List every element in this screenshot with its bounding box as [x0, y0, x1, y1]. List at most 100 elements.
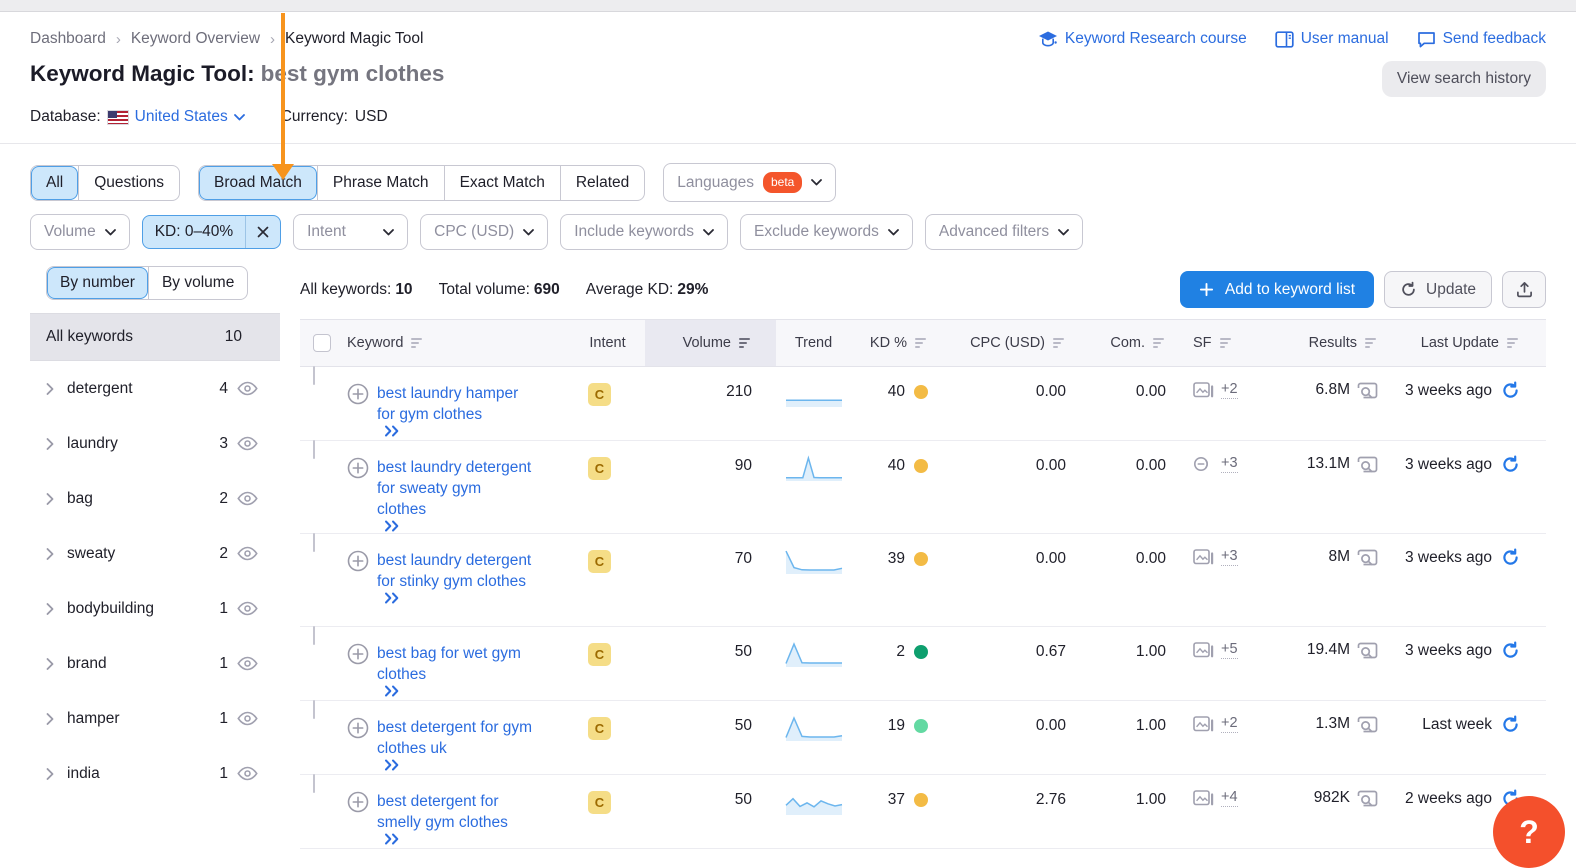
serp-preview-icon[interactable]	[1357, 382, 1378, 399]
sidebar-group-sweaty[interactable]: sweaty 2	[30, 526, 280, 581]
keyword-research-course-link[interactable]: Keyword Research course	[1038, 30, 1247, 48]
user-manual-link[interactable]: User manual	[1275, 30, 1389, 48]
keyword-link[interactable]: best laundry hamper for gym clothes	[377, 383, 534, 437]
add-to-keyword-list-button[interactable]: Add to keyword list	[1179, 271, 1375, 308]
cpc-filter-dropdown[interactable]: CPC (USD)	[420, 214, 549, 250]
row-checkbox[interactable]	[313, 700, 315, 719]
sidebar-group-bodybuilding[interactable]: bodybuilding 1	[30, 581, 280, 636]
column-header-intent[interactable]: Intent	[570, 320, 645, 366]
keyword-link[interactable]: best laundry detergent for sweaty gym cl…	[377, 457, 534, 532]
eye-icon[interactable]	[237, 711, 258, 726]
kd-filter-active[interactable]: KD: 0–40%	[141, 215, 282, 249]
plus-circle-icon[interactable]	[347, 383, 369, 437]
serp-preview-icon[interactable]	[1357, 456, 1378, 473]
column-header-last-update[interactable]: Last Update	[1398, 320, 1546, 366]
row-checkbox[interactable]	[313, 533, 315, 552]
sf-more-link[interactable]: +3	[1221, 548, 1238, 566]
sidebar-group-laundry[interactable]: laundry 3	[30, 416, 280, 471]
column-header-sf[interactable]: SF	[1185, 320, 1275, 366]
header-links: Keyword Research course User manual Send f…	[1038, 30, 1546, 48]
keyword-link[interactable]: best detergent for gym clothes uk	[377, 717, 534, 771]
view-search-history-button[interactable]: View search history	[1381, 61, 1546, 97]
plus-circle-icon[interactable]	[347, 550, 369, 604]
eye-icon[interactable]	[237, 656, 258, 671]
column-header-cpc[interactable]: CPC (USD)	[950, 320, 1085, 366]
column-header-trend[interactable]: Trend	[776, 320, 851, 366]
help-button[interactable]: ?	[1493, 796, 1565, 868]
plus-circle-icon[interactable]	[347, 643, 369, 697]
plus-circle-icon[interactable]	[347, 717, 369, 771]
send-feedback-link[interactable]: Send feedback	[1417, 30, 1546, 48]
double-chevron-icon[interactable]	[384, 833, 534, 845]
double-chevron-icon[interactable]	[384, 592, 534, 604]
breadcrumb-item[interactable]: Dashboard	[30, 30, 106, 48]
row-checkbox[interactable]	[313, 366, 315, 385]
sidebar-group-brand[interactable]: brand 1	[30, 636, 280, 691]
database-value[interactable]: United States	[135, 108, 228, 126]
select-all-checkbox[interactable]	[313, 334, 331, 352]
sf-more-link[interactable]: +2	[1221, 381, 1238, 399]
sf-more-link[interactable]: +5	[1221, 641, 1238, 659]
double-chevron-icon[interactable]	[384, 425, 534, 437]
eye-icon[interactable]	[237, 381, 258, 396]
exclude-keywords-dropdown[interactable]: Exclude keywords	[739, 214, 913, 250]
sidebar-all-keywords-row[interactable]: All keywords 10	[30, 313, 280, 361]
export-button[interactable]	[1502, 271, 1546, 308]
row-checkbox[interactable]	[313, 440, 315, 459]
refresh-icon[interactable]	[1501, 455, 1520, 474]
plus-circle-icon[interactable]	[347, 457, 369, 532]
toggle-by-volume[interactable]: By volume	[147, 267, 247, 299]
eye-icon[interactable]	[237, 601, 258, 616]
tab-all[interactable]: All	[31, 165, 79, 200]
serp-preview-icon[interactable]	[1357, 716, 1378, 733]
tab-related[interactable]: Related	[559, 165, 644, 200]
refresh-icon[interactable]	[1501, 641, 1520, 660]
refresh-icon[interactable]	[1501, 715, 1520, 734]
keyword-link[interactable]: best detergent for smelly gym clothes	[377, 791, 534, 845]
volume-filter-dropdown[interactable]: Volume	[30, 214, 130, 250]
eye-icon[interactable]	[237, 766, 258, 781]
sidebar-group-detergent[interactable]: detergent 4	[30, 361, 280, 416]
refresh-icon[interactable]	[1501, 381, 1520, 400]
eye-icon[interactable]	[237, 491, 258, 506]
double-chevron-icon[interactable]	[384, 685, 534, 697]
kd-filter-clear-button[interactable]	[245, 216, 280, 248]
include-keywords-dropdown[interactable]: Include keywords	[560, 214, 728, 250]
serp-preview-icon[interactable]	[1357, 642, 1378, 659]
tab-questions[interactable]: Questions	[78, 165, 179, 200]
eye-icon[interactable]	[237, 436, 258, 451]
tab-broad-match[interactable]: Broad Match	[199, 165, 317, 200]
double-chevron-icon[interactable]	[384, 759, 534, 771]
last-update-cell: 3 weeks ago	[1398, 534, 1546, 567]
sidebar-group-hamper[interactable]: hamper 1	[30, 691, 280, 746]
tab-exact-match[interactable]: Exact Match	[443, 165, 560, 200]
double-chevron-icon[interactable]	[384, 520, 534, 532]
column-header-com[interactable]: Com.	[1085, 320, 1185, 366]
breadcrumb-item[interactable]: Keyword Overview	[131, 30, 260, 48]
database-selector[interactable]: Database: United States	[30, 108, 245, 126]
sidebar-group-bag[interactable]: bag 2	[30, 471, 280, 526]
row-checkbox[interactable]	[313, 774, 315, 793]
refresh-icon[interactable]	[1501, 548, 1520, 567]
plus-circle-icon[interactable]	[347, 791, 369, 845]
tab-phrase-match[interactable]: Phrase Match	[316, 165, 444, 200]
serp-preview-icon[interactable]	[1357, 549, 1378, 566]
column-header-kd[interactable]: KD %	[851, 320, 950, 366]
row-checkbox[interactable]	[313, 626, 315, 645]
column-header-keyword[interactable]: Keyword	[347, 320, 570, 366]
column-header-results[interactable]: Results	[1275, 320, 1398, 366]
intent-filter-dropdown[interactable]: Intent	[293, 214, 409, 250]
sf-more-link[interactable]: +4	[1221, 789, 1238, 807]
keyword-link[interactable]: best bag for wet gym clothes	[377, 643, 534, 697]
sf-more-link[interactable]: +2	[1221, 715, 1238, 733]
column-header-volume[interactable]: Volume	[645, 320, 776, 366]
update-button[interactable]: Update	[1384, 271, 1492, 308]
toggle-by-number[interactable]: By number	[47, 267, 148, 299]
advanced-filters-dropdown[interactable]: Advanced filters	[924, 214, 1084, 250]
serp-preview-icon[interactable]	[1357, 790, 1378, 807]
sidebar-group-india[interactable]: india 1	[30, 746, 280, 801]
eye-icon[interactable]	[237, 546, 258, 561]
keyword-link[interactable]: best laundry detergent for stinky gym cl…	[377, 550, 534, 604]
sf-more-link[interactable]: +3	[1221, 455, 1238, 473]
languages-dropdown[interactable]: Languages beta	[663, 163, 837, 202]
